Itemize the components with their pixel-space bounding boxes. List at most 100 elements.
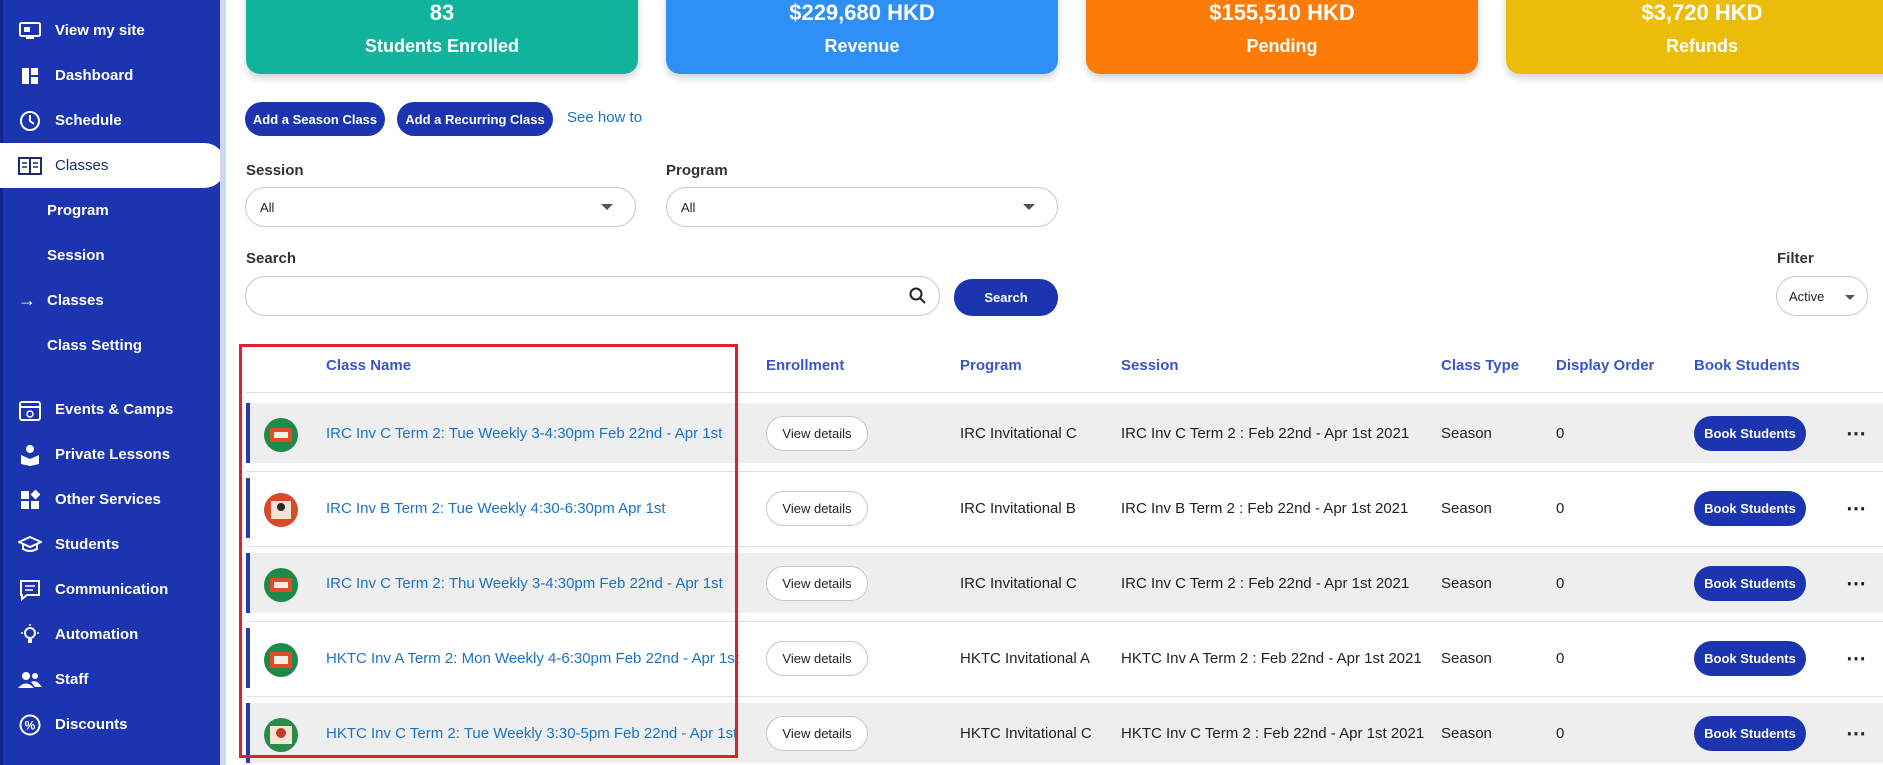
monitor-icon <box>18 19 42 43</box>
sidebar-item-classes[interactable]: Classes <box>0 143 220 188</box>
column-header-class-type[interactable]: Class Type <box>1441 357 1519 374</box>
stat-value: 83 <box>429 0 455 25</box>
add-season-class-button[interactable]: Add a Season Class <box>245 102 385 136</box>
more-options-icon[interactable]: ⋯ <box>1846 721 1867 746</box>
filter-select-value: Active <box>1789 289 1825 304</box>
sidebar-item-staff[interactable]: Staff <box>0 657 220 702</box>
book-students-button[interactable]: Book Students <box>1694 416 1806 451</box>
sidebar-item-label: Session <box>47 247 105 264</box>
stat-card-pending[interactable]: $155,510 HKD Pending <box>1086 0 1478 74</box>
session-select[interactable]: All <box>245 187 636 227</box>
sidebar-item-label: Program <box>47 202 109 219</box>
sidebar-item-session[interactable]: Session <box>0 233 220 278</box>
chevron-down-icon <box>1023 204 1035 210</box>
sidebar-item-communication[interactable]: Communication <box>0 567 220 612</box>
more-options-icon[interactable]: ⋯ <box>1846 646 1867 671</box>
more-options-icon[interactable]: ⋯ <box>1846 571 1867 596</box>
sidebar-item-discounts[interactable]: % Discounts <box>0 702 220 747</box>
program-cell: IRC Invitational C <box>960 575 1077 592</box>
calendar-icon <box>18 398 42 422</box>
class-type-cell: Season <box>1441 500 1492 517</box>
sidebar-item-label: Classes <box>55 157 109 174</box>
clock-icon <box>18 109 42 133</box>
graduation-cap-icon <box>18 533 42 557</box>
view-details-button[interactable]: View details <box>766 416 868 451</box>
view-details-button[interactable]: View details <box>766 641 868 676</box>
book-students-button[interactable]: Book Students <box>1694 566 1806 601</box>
class-type-cell: Season <box>1441 725 1492 742</box>
book-students-button[interactable]: Book Students <box>1694 491 1806 526</box>
view-details-button[interactable]: View details <box>766 716 868 751</box>
chevron-down-icon <box>601 204 613 210</box>
more-options-icon[interactable]: ⋯ <box>1846 496 1867 521</box>
sidebar-item-label: Communication <box>55 581 169 598</box>
stat-card-students[interactable]: 83 Students Enrolled <box>246 0 638 74</box>
session-cell: IRC Inv C Term 2 : Feb 22nd - Apr 1st 20… <box>1121 425 1410 442</box>
program-select[interactable]: All <box>666 187 1058 227</box>
program-select-value: All <box>681 200 696 215</box>
stat-card-revenue[interactable]: $229,680 HKD Revenue <box>666 0 1058 74</box>
stat-label: Revenue <box>824 36 900 56</box>
column-header-book-students[interactable]: Book Students <box>1694 357 1800 374</box>
view-details-button[interactable]: View details <box>766 566 868 601</box>
percent-icon: % <box>18 713 42 737</box>
more-options-icon[interactable]: ⋯ <box>1846 421 1867 446</box>
book-icon <box>18 154 42 178</box>
sidebar: View my site Dashboard Schedule Classes … <box>0 0 226 765</box>
filter-select[interactable]: Active <box>1776 276 1868 316</box>
staff-icon <box>18 668 42 692</box>
arrow-right-icon: → <box>18 290 36 310</box>
column-header-session[interactable]: Session <box>1121 357 1179 374</box>
sidebar-item-classes-sub[interactable]: → Classes <box>0 278 220 323</box>
program-cell: HKTC Invitational A <box>960 650 1091 667</box>
sidebar-item-label: Class Setting <box>47 337 143 354</box>
display-order-cell: 0 <box>1556 575 1565 592</box>
add-recurring-class-button[interactable]: Add a Recurring Class <box>397 102 553 136</box>
sidebar-item-view-my-site[interactable]: View my site <box>0 8 220 53</box>
sidebar-item-label: Staff <box>55 671 89 688</box>
sidebar-item-label: Events & Camps <box>55 401 174 418</box>
services-icon <box>18 488 42 512</box>
column-header-program[interactable]: Program <box>960 357 1022 374</box>
sidebar-item-class-setting[interactable]: Class Setting <box>0 323 220 368</box>
book-students-button[interactable]: Book Students <box>1694 641 1806 676</box>
book-students-button[interactable]: Book Students <box>1694 716 1806 751</box>
view-details-button[interactable]: View details <box>766 491 868 526</box>
sidebar-item-label: Automation <box>55 626 139 643</box>
sidebar-item-events-camps[interactable]: Events & Camps <box>0 387 220 432</box>
program-cell: IRC Invitational B <box>960 500 1076 517</box>
column-header-display-order[interactable]: Display Order <box>1556 357 1654 374</box>
display-order-cell: 0 <box>1556 725 1565 742</box>
sidebar-item-dashboard[interactable]: Dashboard <box>0 53 220 98</box>
search-icon[interactable] <box>909 287 927 310</box>
svg-text:%: % <box>25 718 36 732</box>
sidebar-item-program[interactable]: Program <box>0 188 220 233</box>
search-label: Search <box>246 250 297 267</box>
display-order-cell: 0 <box>1556 500 1565 517</box>
display-order-cell: 0 <box>1556 425 1565 442</box>
sidebar-item-label: Schedule <box>55 112 122 129</box>
sidebar-item-automation[interactable]: Automation <box>0 612 220 657</box>
search-input[interactable] <box>245 276 940 316</box>
class-type-cell: Season <box>1441 425 1492 442</box>
stat-value: $229,680 HKD <box>789 0 935 25</box>
stat-card-refunds[interactable]: $3,720 HKD Refunds <box>1506 0 1883 74</box>
sidebar-item-label: View my site <box>55 22 145 39</box>
filter-label: Filter <box>1777 250 1814 267</box>
sidebar-item-students[interactable]: Students <box>0 522 220 567</box>
display-order-cell: 0 <box>1556 650 1565 667</box>
search-button[interactable]: Search <box>954 279 1058 316</box>
chat-icon <box>18 578 42 602</box>
stat-label: Refunds <box>1666 36 1738 56</box>
sidebar-item-schedule[interactable]: Schedule <box>0 98 220 143</box>
program-cell: IRC Invitational C <box>960 425 1077 442</box>
session-cell: HKTC Inv A Term 2 : Feb 22nd - Apr 1st 2… <box>1121 650 1422 667</box>
column-header-enrollment[interactable]: Enrollment <box>766 357 844 374</box>
sidebar-item-private-lessons[interactable]: Private Lessons <box>0 432 220 477</box>
session-cell: HKTC Inv C Term 2 : Feb 22nd - Apr 1st 2… <box>1121 725 1425 742</box>
session-cell: IRC Inv B Term 2 : Feb 22nd - Apr 1st 20… <box>1121 500 1409 517</box>
see-how-to-link[interactable]: See how to <box>567 109 642 126</box>
sidebar-item-label: Students <box>55 536 120 553</box>
sidebar-item-other-services[interactable]: Other Services <box>0 477 220 522</box>
stat-value: $3,720 HKD <box>1641 0 1763 25</box>
